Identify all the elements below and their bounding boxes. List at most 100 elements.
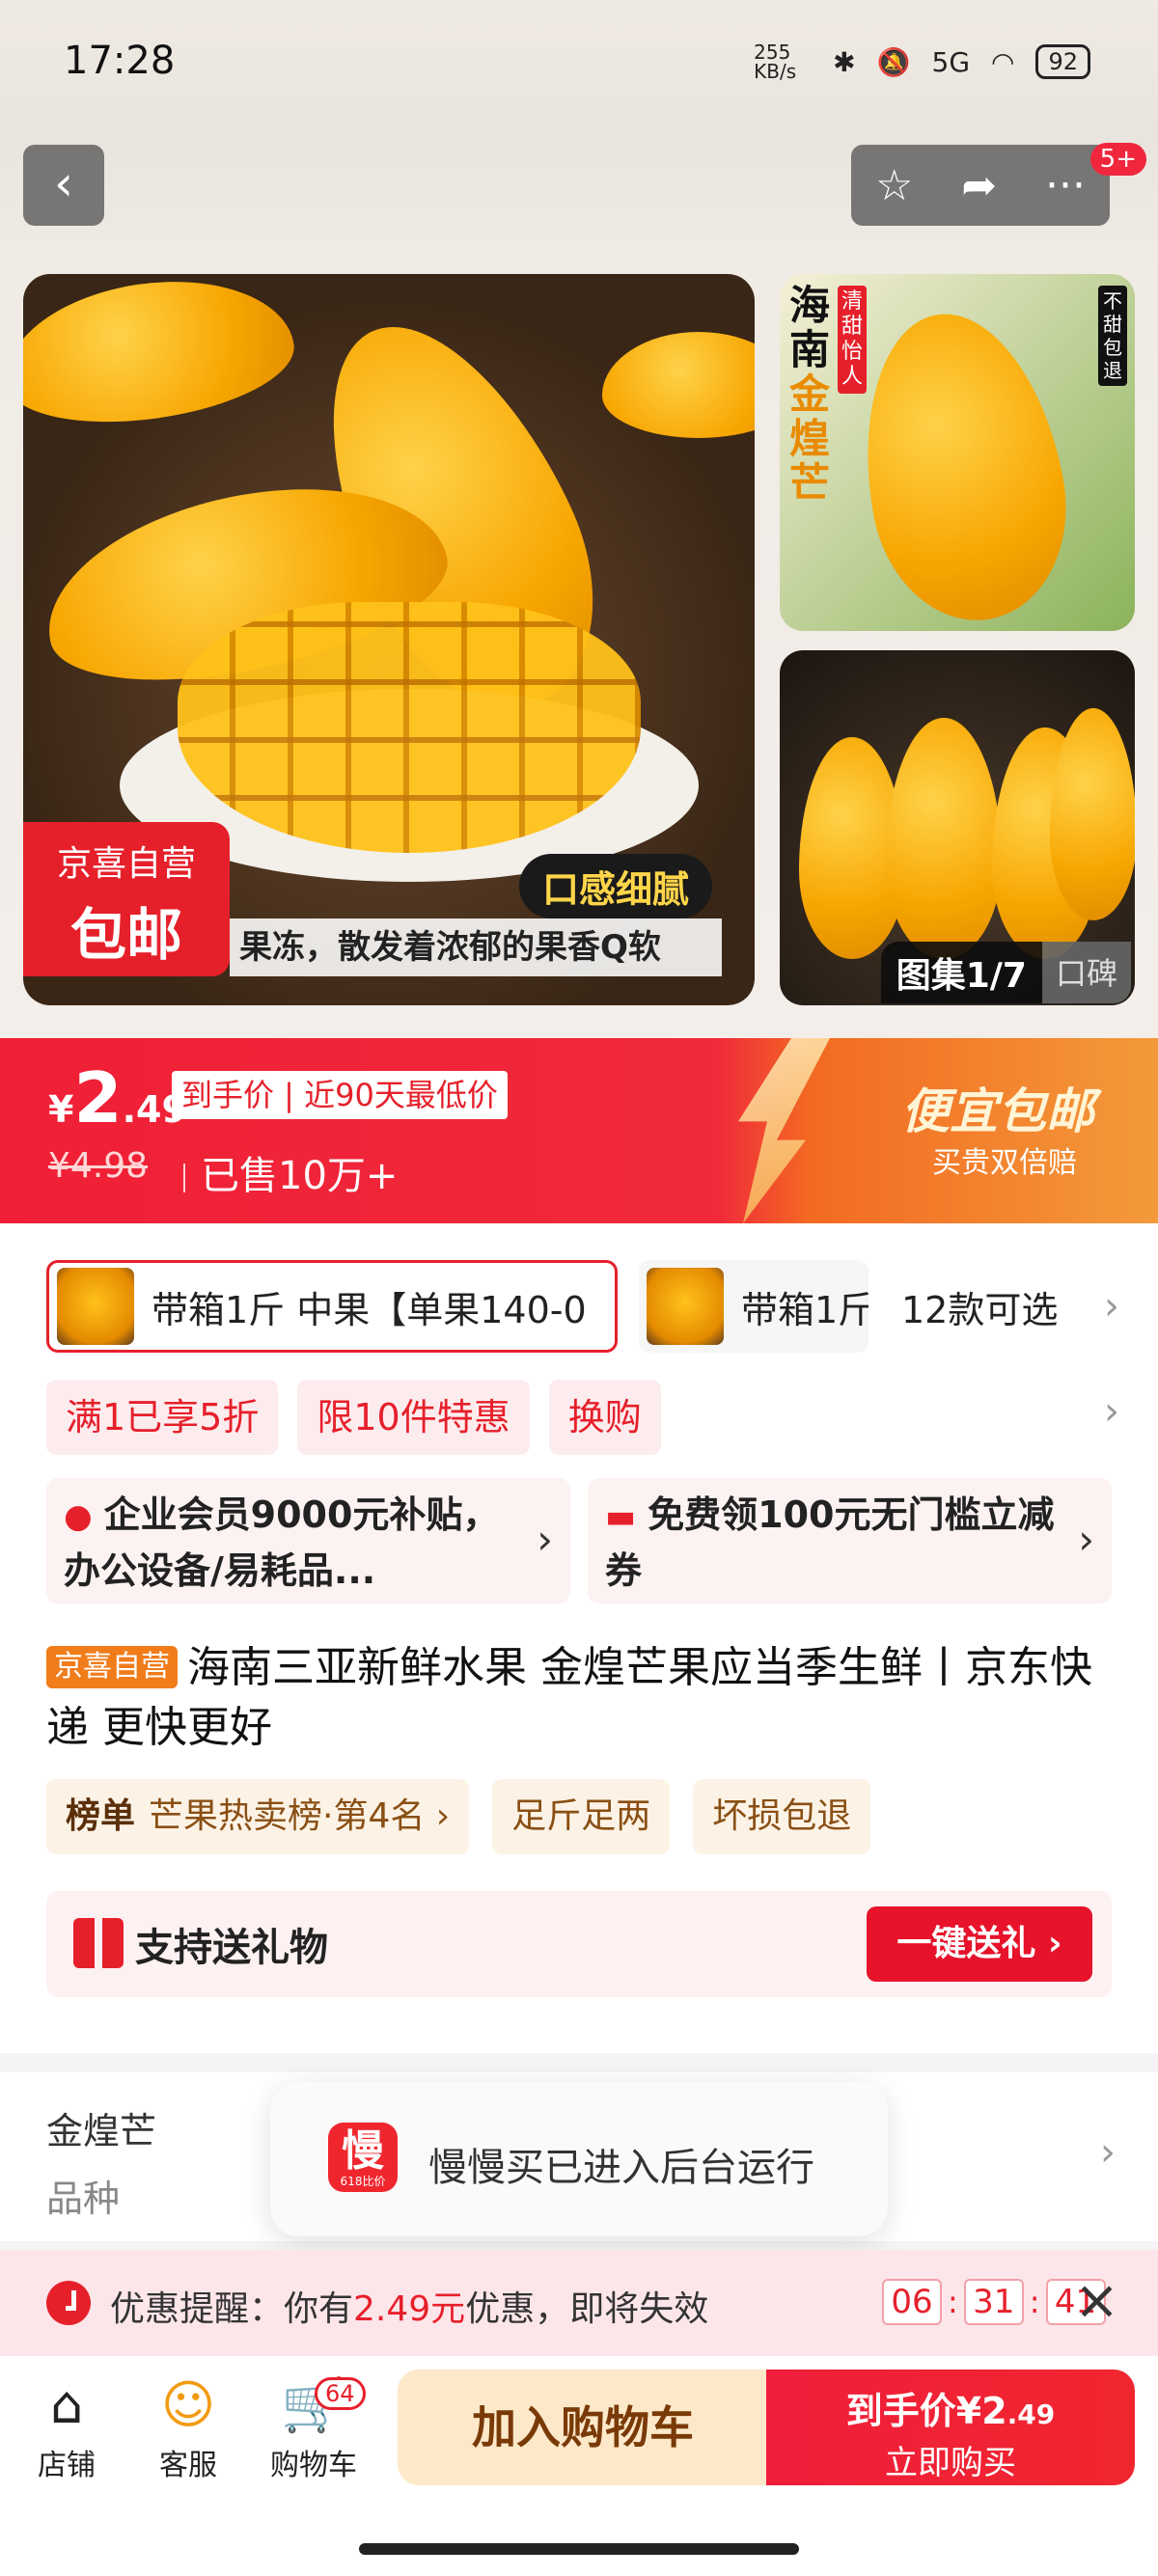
network-speed: 255 KB/s	[754, 41, 797, 83]
chevron-right-icon[interactable]: ›	[1104, 1389, 1119, 1434]
buy-price-decimal: .49	[1006, 2398, 1056, 2430]
coupon-card[interactable]: ▬ 免费领100元无门槛立减券 ›	[588, 1478, 1112, 1603]
send-gift-button[interactable]: 一键送礼 ›	[867, 1906, 1092, 1982]
favorite-icon[interactable]: ☆	[875, 161, 913, 210]
card-text: 免费领100元无门槛立减券	[605, 1494, 1055, 1592]
enterprise-card[interactable]: ● 企业会员9000元补贴，办公设备/易耗品... ›	[46, 1478, 570, 1603]
promo-tag[interactable]: 换购	[548, 1380, 661, 1455]
thumb-title-char: 金	[789, 370, 831, 418]
chevron-right-icon: ›	[1078, 1516, 1094, 1563]
jingxi-label: 京喜自营	[46, 1646, 178, 1688]
ranking-tag-label: 榜单	[66, 1796, 136, 1836]
wifi-icon: ◠	[991, 45, 1015, 78]
promo-tag[interactable]: 满1已享5折	[46, 1380, 279, 1455]
feature-tag: 坏损包退	[693, 1779, 871, 1854]
chevron-right-icon: ›	[537, 1516, 553, 1563]
sku-selector: 带箱1斤 中果【单果140-0 带箱1斤 12款可选 ›	[46, 1260, 1158, 1353]
countdown-timer: 06: 31: 41	[882, 2279, 1106, 2325]
thumb-title: 海 南 金 煌 芒	[789, 284, 843, 506]
sku-option-selected[interactable]: 带箱1斤 中果【单果140-0	[46, 1260, 618, 1353]
cart-button[interactable]: 🛒 购物车 64	[261, 2370, 367, 2483]
customer-service-icon: ☺	[160, 2374, 216, 2435]
chevron-right-icon[interactable]: ›	[1104, 1284, 1119, 1329]
more-icon[interactable]: ···	[1045, 161, 1086, 210]
top-bar: ‹ ☆ ➦ ··· 5+	[0, 135, 1158, 270]
shop-button[interactable]: ⌂ 店铺	[14, 2370, 120, 2483]
gallery-counter[interactable]: 图集1/7 口碑	[880, 942, 1131, 1003]
ranking-tag-text: 芒果热卖榜·第4名 ›	[149, 1796, 451, 1836]
home-indicator	[359, 2543, 799, 2555]
discount-reminder: 优惠提醒：你有2.49元优惠，即将失效 06: 31: 41 ×	[0, 2250, 1158, 2356]
gift-label: 支持送礼物	[135, 1926, 328, 1970]
sku-thumbnail	[57, 1268, 134, 1345]
jingxi-badge: 京喜自营 包邮	[23, 822, 230, 976]
variety-value: 金煌芒	[46, 2110, 157, 2152]
status-bar: 17:28 255 KB/s ✱ 🔕 5G ◠ 92	[0, 0, 1158, 135]
lowest-price-tag: 到手价 | 近90天最低价	[172, 1071, 508, 1119]
sku-label: 带箱1斤 中果【单果140-0	[152, 1288, 587, 1331]
price-banner: ¥2.49 到手价 | 近90天最低价 ¥4.98 已售10万+ 便宜包邮 买贵…	[0, 1038, 1158, 1223]
sku-more[interactable]: 12款可选	[901, 1280, 1058, 1333]
product-gallery: 果冻，散发着浓郁的果香Q软 口感细腻 京喜自营 包邮 海 南 金 煌 芒 清甜怡…	[0, 270, 1158, 1042]
status-icons: 255 KB/s ✱ 🔕 5G ◠ 92	[754, 42, 1090, 81]
store-icon: ⌂	[49, 2374, 84, 2435]
timer-hours: 06	[882, 2279, 942, 2325]
thumb-title-char: 芒	[789, 459, 831, 507]
thumb-title-char: 煌	[789, 415, 831, 462]
add-to-cart-button[interactable]: 加入购物车	[398, 2370, 768, 2485]
buy-price-main: 到手价¥2	[845, 2390, 1007, 2432]
product-info: 带箱1斤 中果【单果140-0 带箱1斤 12款可选 › 满1已享5折 限10件…	[0, 1223, 1158, 2053]
promo-tag[interactable]: 限10件特惠	[297, 1380, 530, 1455]
buy-label: 立即购买	[885, 2444, 1016, 2482]
gift-icon	[73, 1918, 124, 1968]
service-button[interactable]: ☺ 客服	[135, 2370, 241, 2483]
mango-image	[841, 298, 1086, 631]
sku-option[interactable]: 带箱1斤	[639, 1260, 868, 1353]
price-currency: ¥	[48, 1088, 74, 1131]
sku-label: 带箱1斤	[741, 1288, 868, 1331]
app-logo-sub: 618比价	[340, 2175, 386, 2188]
toast-message: 慢慢买已进入后台运行	[428, 2146, 814, 2190]
mango-image	[23, 274, 302, 439]
buy-price: 到手价¥2.49	[766, 2381, 1135, 2434]
service-label: 客服	[159, 2449, 217, 2482]
close-icon[interactable]: ×	[1074, 2269, 1119, 2332]
buy-now-button[interactable]: 到手价¥2.49 立即购买	[766, 2370, 1135, 2485]
reviews-tab[interactable]: 口碑	[1041, 942, 1131, 1003]
card-text: 企业会员9000元补贴，办公设备/易耗品...	[64, 1494, 500, 1592]
timer-minutes: 31	[963, 2279, 1024, 2325]
shop-label: 店铺	[38, 2449, 96, 2482]
shipping-title: 便宜包邮	[901, 1083, 1094, 1139]
reminder-prefix: 优惠提醒：你有	[110, 2289, 354, 2329]
product-title-text: 海南三亚新鲜水果 金煌芒果应当季生鲜丨京东快递 更快更好	[46, 1643, 1092, 1752]
ranking-tag[interactable]: 榜单 芒果热卖榜·第4名 ›	[46, 1779, 470, 1854]
mango-image	[886, 718, 1002, 959]
jingxi-badge-line2: 包邮	[69, 902, 182, 968]
product-tags: 榜单 芒果热卖榜·第4名 › 足斤足两 坏损包退	[46, 1779, 871, 1854]
mango-image	[602, 332, 755, 438]
sold-count: 已售10万+	[183, 1144, 398, 1200]
benefit-cards: ● 企业会员9000元补贴，办公设备/易耗品... › ▬ 免费领100元无门槛立减…	[46, 1478, 1112, 1603]
promo-row: 满1已享5折 限10件特惠 换购 ›	[46, 1380, 1158, 1455]
shipping-subtitle: 买贵双倍赔	[932, 1146, 1077, 1180]
image-caption: 果冻，散发着浓郁的果香Q软	[230, 918, 722, 976]
reminder-suffix: 优惠，即将失效	[465, 2289, 709, 2329]
gift-bar: 支持送礼物 一键送礼 ›	[46, 1891, 1112, 1997]
sold-text: 已售10万+	[201, 1154, 399, 1198]
feature-tag: 足斤足两	[492, 1779, 671, 1854]
thumbnail-1[interactable]: 海 南 金 煌 芒 清甜怡人 不甜包退	[780, 274, 1135, 631]
main-product-image[interactable]: 果冻，散发着浓郁的果香Q软 口感细腻 京喜自营 包邮	[23, 274, 755, 1005]
back-button[interactable]: ‹	[23, 145, 104, 226]
product-title: 京喜自营 海南三亚新鲜水果 金煌芒果应当季生鲜丨京东快递 更快更好	[46, 1638, 1117, 1758]
bluetooth-icon: ✱	[833, 45, 856, 78]
share-icon[interactable]: ➦	[961, 161, 997, 210]
price-integer: 2	[73, 1057, 123, 1138]
variety-label: 品种	[46, 2178, 121, 2220]
jingxi-badge-line1: 京喜自营	[56, 844, 196, 884]
background-toast: 慢 618比价 慢慢买已进入后台运行	[270, 2082, 888, 2236]
thumb-title-char: 海	[789, 282, 831, 329]
coupon-icon: ▬	[605, 1497, 637, 1536]
battery-icon: 92	[1035, 44, 1090, 79]
cart-count-badge: 64	[315, 2377, 366, 2410]
sku-thumbnail	[647, 1268, 724, 1345]
